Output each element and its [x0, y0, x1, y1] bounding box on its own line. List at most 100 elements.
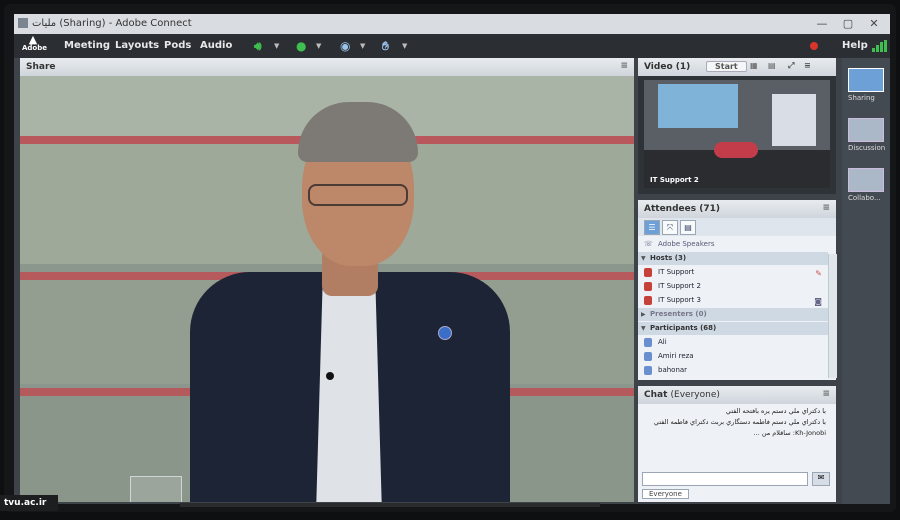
video-pod-title: Video (1): [644, 62, 690, 72]
chat-messages: با دكتراي ملي دستم يره بافتحه الفتي با د…: [642, 406, 826, 470]
attendees-title-label: Attendees: [644, 204, 697, 214]
attendees-pod-title: Attendees (71): [644, 204, 720, 214]
projector-screen: [658, 84, 738, 128]
attendee-row[interactable]: Amiri reza: [638, 350, 828, 363]
right-pods-column: Video (1) Start ▦ ▤ ⤢ ≡ IT Support 2 Att…: [638, 58, 837, 502]
host-icon: [644, 296, 652, 305]
speaker-icon[interactable]: 🔊︎: [254, 39, 262, 54]
wall-banner: [772, 94, 816, 146]
chat-pod-menu-icon[interactable]: ≡: [822, 389, 830, 399]
menu-meeting[interactable]: Meeting: [64, 40, 110, 51]
send-message-icon[interactable]: ✉: [812, 472, 830, 486]
share-pod-header: Share ≡: [20, 58, 634, 76]
attendees-pod-header: Attendees (71) ≡: [638, 200, 836, 218]
expand-arrow-icon: ▶: [641, 311, 646, 318]
attendees-count: (71): [699, 204, 720, 214]
grid-view-icon[interactable]: ▦: [750, 61, 758, 70]
host-icon: [644, 268, 652, 277]
restore-button[interactable]: ▢: [836, 17, 860, 30]
chat-scope: (Everyone): [670, 390, 720, 400]
attendee-row[interactable]: IT Support 3 ◙: [638, 294, 828, 307]
adobe-logo-icon: ▲: [28, 33, 38, 46]
site-watermark: tvu.ac.ir: [0, 495, 58, 511]
list-view-icon[interactable]: ☰: [644, 220, 660, 235]
microphone-dropdown-icon[interactable]: ▼: [316, 42, 321, 50]
menu-bar: ▲ Adobe Meeting Layouts Pods Audio 🔊︎ ▼ …: [14, 34, 890, 58]
chat-recipient-select[interactable]: Everyone: [642, 489, 689, 499]
presenters-section[interactable]: ▶ Presenters (0): [638, 308, 828, 321]
hosts-section-label: Hosts (3): [650, 254, 687, 262]
attendee-name: bahonar: [658, 366, 688, 374]
attendee-name: Amiri reza: [658, 352, 694, 360]
attendee-row[interactable]: Ali: [638, 336, 828, 349]
layout-thumbnail: [848, 168, 884, 192]
attendees-pod-menu-icon[interactable]: ≡: [822, 203, 830, 213]
minimize-button[interactable]: —: [810, 17, 834, 30]
monitor-bezel: ملیات (Sharing) - Adobe Connect — ▢ ✕ ▲ …: [4, 4, 896, 512]
attendees-pod: Attendees (71) ≡ ☰ ⤧ ▤ ☏ Adobe Speakers …: [638, 200, 837, 380]
adobe-connect-window: ملیات (Sharing) - Adobe Connect — ▢ ✕ ▲ …: [14, 14, 890, 504]
webcam-feed: IT Support 2: [644, 80, 830, 188]
collapse-arrow-icon: ▼: [641, 255, 646, 262]
breakout-view-icon[interactable]: ⤧: [662, 220, 678, 235]
speaker-dropdown-icon[interactable]: ▼: [274, 42, 279, 50]
participant-icon: [644, 352, 652, 361]
attendee-row[interactable]: IT Support 2: [638, 280, 828, 293]
close-button[interactable]: ✕: [862, 17, 886, 30]
adobe-logo: ▲ Adobe: [22, 33, 47, 56]
adobe-speakers-label: Adobe Speakers: [658, 240, 715, 248]
chat-message: با دكتراي ملي دستم فاطمه دستگاري بربت دك…: [653, 418, 826, 426]
attendee-name: IT Support 3: [658, 296, 701, 304]
microphone-icon[interactable]: ●: [296, 39, 306, 53]
monitor-stand: [180, 503, 600, 507]
attendee-row[interactable]: IT Support ✎: [638, 266, 828, 279]
speaker-shirt: [316, 284, 382, 502]
chat-input[interactable]: [642, 472, 808, 486]
chat-message: Kh-Jonobi: ساقلام من ...: [753, 429, 826, 437]
shared-video-content: [20, 76, 634, 502]
layout-discussion[interactable]: Discussion: [848, 118, 885, 154]
start-webcam-button[interactable]: Start: [706, 61, 747, 72]
share-pod-title: Share: [26, 62, 56, 72]
adobe-speakers-icon: ☏: [644, 240, 653, 248]
layout-sharing[interactable]: Sharing: [848, 68, 884, 104]
adobe-logo-label: Adobe: [22, 44, 47, 52]
hosts-section[interactable]: ▼ Hosts (3): [638, 252, 828, 265]
video-pod-menu-icon[interactable]: ≡: [804, 61, 811, 70]
video-pod-title-label: Video: [644, 62, 673, 72]
video-pod-header: Video (1) Start ▦ ▤ ⤢ ≡: [638, 58, 836, 76]
filmstrip-view-icon[interactable]: ▤: [768, 61, 776, 70]
status-dropdown-icon[interactable]: ▼: [402, 42, 407, 50]
presenting-status-icon: ✎: [815, 269, 822, 278]
layout-thumbnail: [848, 118, 884, 142]
webcam-dropdown-icon[interactable]: ▼: [360, 42, 365, 50]
chat-pod: Chat (Everyone) ≡ با دكتراي ملي دستم يره…: [638, 386, 836, 502]
participants-section-label: Participants (68): [650, 324, 717, 332]
fullscreen-icon[interactable]: ⤢: [788, 61, 794, 71]
attendee-name: IT Support 2: [658, 282, 701, 290]
adobe-speakers-row[interactable]: ☏ Adobe Speakers: [638, 238, 828, 251]
flower-arrangement: [714, 142, 758, 158]
participants-section[interactable]: ▼ Participants (68): [638, 322, 828, 335]
attendees-scrollbar[interactable]: [828, 254, 837, 378]
attendee-row[interactable]: bahonar: [638, 364, 828, 377]
menu-pods[interactable]: Pods: [164, 40, 191, 51]
webcam-participant-name: IT Support 2: [650, 176, 699, 184]
title-bar: ملیات (Sharing) - Adobe Connect — ▢ ✕: [14, 14, 890, 34]
attendee-name: Ali: [658, 338, 667, 346]
share-pod: Share ≡: [20, 58, 634, 502]
presenters-section-label: Presenters (0): [650, 310, 707, 318]
status-view-icon[interactable]: ▤: [680, 220, 696, 235]
menu-audio[interactable]: Audio: [200, 40, 232, 51]
lapel-pin-icon: [438, 326, 452, 340]
share-pod-menu-icon[interactable]: ≡: [620, 61, 628, 71]
help-menu[interactable]: Help: [842, 40, 868, 51]
layout-label: Collabo...: [848, 194, 881, 202]
menu-layouts[interactable]: Layouts: [115, 40, 159, 51]
glass-on-desk: [130, 476, 182, 502]
layout-collaboration[interactable]: Collabo...: [848, 168, 884, 204]
raise-hand-icon[interactable]: ✋︎: [382, 39, 389, 54]
layout-thumbnail: [848, 68, 884, 92]
participant-icon: [644, 338, 652, 347]
webcam-icon[interactable]: ◉: [340, 39, 350, 53]
